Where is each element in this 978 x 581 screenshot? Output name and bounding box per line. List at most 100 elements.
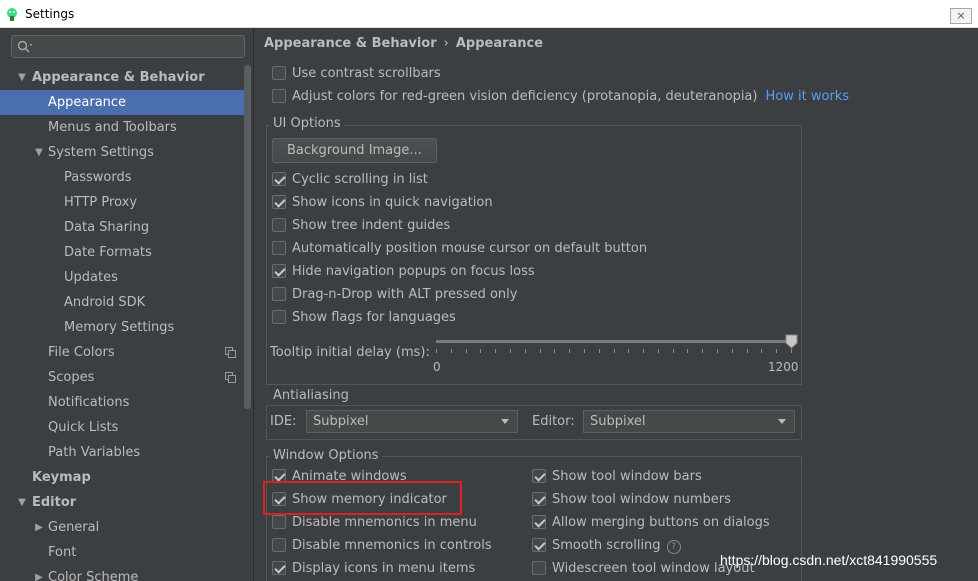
checkbox[interactable] — [272, 194, 286, 209]
option-disable-mnemonics-in-menu[interactable]: Disable mnemonics in menu — [272, 513, 477, 533]
sidebar-item-general[interactable]: ▶ General — [0, 515, 244, 540]
sidebar-scrollbar[interactable] — [244, 65, 251, 409]
sidebar-item-updates[interactable]: Updates — [0, 265, 244, 290]
sidebar-item-quick-lists[interactable]: Quick Lists — [0, 415, 244, 440]
option-hide-navigation-popups-on-focus-loss[interactable]: Hide navigation popups on focus loss — [272, 262, 535, 282]
checkbox[interactable] — [532, 491, 546, 506]
slider-thumb[interactable] — [785, 334, 798, 349]
search-input[interactable] — [11, 35, 245, 58]
sidebar-item-label: Passwords — [64, 170, 132, 185]
expanded-arrow-icon[interactable]: ▼ — [33, 140, 45, 165]
editor-label: Editor: — [532, 414, 575, 429]
checkbox[interactable] — [272, 171, 286, 186]
option-allow-merging-buttons-on-dialogs[interactable]: Allow merging buttons on dialogs — [532, 513, 770, 533]
option-label: Show icons in quick navigation — [292, 195, 493, 210]
window-options-title: Window Options — [270, 448, 382, 463]
sidebar-item-label: Menus and Toolbars — [48, 120, 177, 135]
title-bar: Settings × — [0, 0, 978, 28]
checkbox[interactable] — [272, 65, 286, 80]
checkbox[interactable] — [532, 560, 546, 575]
sidebar-item-appearance-behavior[interactable]: ▼ Appearance & Behavior — [0, 65, 244, 90]
sidebar-item-color-scheme[interactable]: ▶ Color Scheme — [0, 565, 244, 581]
sidebar-item-editor[interactable]: ▼ Editor — [0, 490, 244, 515]
project-scope-icon — [225, 372, 236, 383]
slider-tick — [746, 349, 748, 353]
close-button[interactable]: × — [950, 8, 972, 24]
sidebar-item-label: HTTP Proxy — [64, 195, 138, 210]
slider-tick — [628, 349, 630, 353]
slider-min-label: 0 — [433, 360, 441, 374]
sidebar-item-font[interactable]: Font — [0, 540, 244, 565]
option-label: Cyclic scrolling in list — [292, 172, 428, 187]
slider-tick — [687, 349, 689, 353]
option-display-icons-in-menu-items[interactable]: Display icons in menu items — [272, 559, 475, 579]
antialiasing-title: Antialiasing — [270, 388, 352, 403]
breadcrumb: Appearance & Behavior › Appearance — [264, 36, 543, 51]
sidebar-item-passwords[interactable]: Passwords — [0, 165, 244, 190]
slider-tick — [509, 349, 511, 353]
option-label: Adjust colors for red-green vision defic… — [292, 89, 758, 104]
option-show-tool-window-bars[interactable]: Show tool window bars — [532, 467, 702, 487]
background-image-button[interactable]: Background Image... — [272, 138, 437, 163]
expanded-arrow-icon[interactable]: ▼ — [16, 65, 28, 90]
sidebar-item-http-proxy[interactable]: HTTP Proxy — [0, 190, 244, 215]
editor-antialiasing-value: Subpixel — [590, 414, 646, 429]
checkbox[interactable] — [272, 286, 286, 301]
sidebar-item-appearance[interactable]: Appearance — [0, 90, 244, 115]
sidebar-item-android-sdk[interactable]: Android SDK — [0, 290, 244, 315]
checkbox[interactable] — [272, 309, 286, 324]
checkbox[interactable] — [532, 514, 546, 529]
option-automatically-position-mouse-cursor-on-default-button[interactable]: Automatically position mouse cursor on d… — [272, 239, 647, 259]
checkbox[interactable] — [532, 468, 546, 483]
sidebar-item-path-variables[interactable]: Path Variables — [0, 440, 244, 465]
sidebar-item-system-settings[interactable]: ▼ System Settings — [0, 140, 244, 165]
sidebar-item-keymap[interactable]: Keymap — [0, 465, 244, 490]
slider-tick — [776, 349, 778, 353]
sidebar-item-scopes[interactable]: Scopes — [0, 365, 244, 390]
sidebar-item-label: Font — [48, 545, 77, 560]
how-it-works-link[interactable]: How it works — [765, 89, 849, 104]
option-show-icons-in-quick-navigation[interactable]: Show icons in quick navigation — [272, 193, 493, 213]
checkbox[interactable] — [272, 88, 286, 103]
sidebar-item-label: Color Scheme — [48, 570, 139, 581]
option-label: Smooth scrolling — [552, 538, 661, 553]
option-disable-mnemonics-in-controls[interactable]: Disable mnemonics in controls — [272, 536, 492, 556]
option-contrast-scrollbars[interactable]: Use contrast scrollbars — [272, 64, 441, 84]
ide-antialiasing-select[interactable]: Subpixel — [306, 410, 518, 433]
option-smooth-scrolling[interactable]: Smooth scrolling? — [532, 536, 681, 556]
editor-antialiasing-select[interactable]: Subpixel — [583, 410, 795, 433]
collapsed-arrow-icon[interactable]: ▶ — [33, 515, 45, 540]
breadcrumb-current: Appearance — [455, 36, 544, 51]
option-label: Show tool window bars — [552, 469, 702, 484]
help-icon[interactable]: ? — [666, 540, 681, 554]
collapsed-arrow-icon[interactable]: ▶ — [33, 565, 45, 581]
sidebar-item-label: Android SDK — [64, 295, 146, 310]
checkbox[interactable] — [532, 537, 546, 552]
option-color-deficiency[interactable]: Adjust colors for red-green vision defic… — [272, 87, 849, 107]
option-drag-n-drop-with-alt-pressed-only[interactable]: Drag-n-Drop with ALT pressed only — [272, 285, 517, 305]
option-show-tree-indent-guides[interactable]: Show tree indent guides — [272, 216, 450, 236]
sidebar-item-notifications[interactable]: Notifications — [0, 390, 244, 415]
checkbox[interactable] — [272, 263, 286, 278]
option-label: Disable mnemonics in menu — [292, 515, 477, 530]
checkbox[interactable] — [272, 240, 286, 255]
sidebar-item-label: Data Sharing — [64, 220, 150, 235]
sidebar-item-data-sharing[interactable]: Data Sharing — [0, 215, 244, 240]
checkbox[interactable] — [272, 560, 286, 575]
checkbox[interactable] — [272, 514, 286, 529]
sidebar-item-label: Date Formats — [64, 245, 152, 260]
sidebar-item-menus-and-toolbars[interactable]: Menus and Toolbars — [0, 115, 244, 140]
slider-tick — [717, 349, 719, 353]
sidebar-item-date-formats[interactable]: Date Formats — [0, 240, 244, 265]
slider-tick — [791, 349, 792, 353]
option-show-tool-window-numbers[interactable]: Show tool window numbers — [532, 490, 731, 510]
sidebar-item-memory-settings[interactable]: Memory Settings — [0, 315, 244, 340]
checkbox[interactable] — [272, 217, 286, 232]
expanded-arrow-icon[interactable]: ▼ — [16, 490, 28, 515]
option-cyclic-scrolling-in-list[interactable]: Cyclic scrolling in list — [272, 170, 428, 190]
checkbox[interactable] — [272, 537, 286, 552]
sidebar-item-file-colors[interactable]: File Colors — [0, 340, 244, 365]
tooltip-delay-label: Tooltip initial delay (ms): — [270, 345, 430, 360]
sidebar-item-label: File Colors — [48, 345, 115, 360]
option-show-flags-for-languages[interactable]: Show flags for languages — [272, 308, 456, 328]
